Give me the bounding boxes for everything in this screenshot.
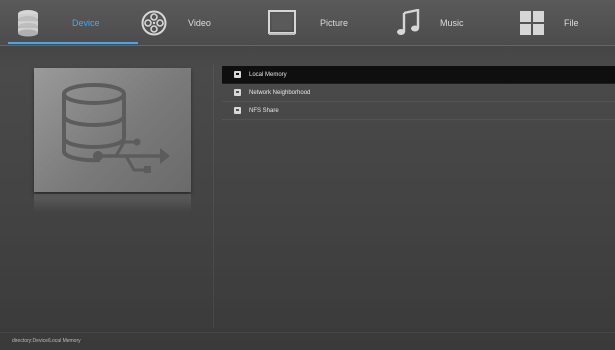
tab-device-label: Device [72,18,100,28]
drive-icon [234,107,241,114]
tab-device[interactable]: Device [14,0,100,46]
list-item-local-memory[interactable]: Local Memory [222,66,615,84]
music-note-icon [394,9,422,37]
list-item-label: NFS Share [249,107,279,114]
tab-file-label: File [564,18,579,28]
usb-storage-icon [60,82,172,183]
list-item-network-neighborhood[interactable]: Network Neighborhood [222,84,615,102]
list-item-label: Local Memory [249,71,287,78]
tab-video[interactable]: Video [140,0,211,46]
directory-path: directory:Device/Local Memory [12,338,81,344]
device-list: Local Memory Network Neighborhood NFS Sh… [222,66,615,120]
film-reel-icon [140,9,168,37]
status-divider [0,332,615,333]
tab-music[interactable]: Music [394,0,464,46]
drive-icon [234,89,241,96]
tab-file[interactable]: File [518,0,579,46]
list-item-label: Network Neighborhood [249,89,311,96]
top-nav-bar: Device Video Picture Music File [0,0,615,46]
tab-video-label: Video [188,18,211,28]
grid-icon [518,9,546,37]
list-item-nfs-share[interactable]: NFS Share [222,102,615,120]
tab-music-label: Music [440,18,464,28]
preview-reflection [34,194,191,212]
database-icon [14,9,42,37]
media-player-screen: Device Video Picture Music File Local Me… [0,0,615,350]
tab-picture-label: Picture [320,18,349,28]
drive-icon [234,71,241,78]
active-tab-indicator [8,42,138,44]
picture-frame-icon [268,9,296,37]
device-preview [34,68,191,192]
tab-picture[interactable]: Picture [268,0,348,46]
panel-divider [213,64,214,328]
